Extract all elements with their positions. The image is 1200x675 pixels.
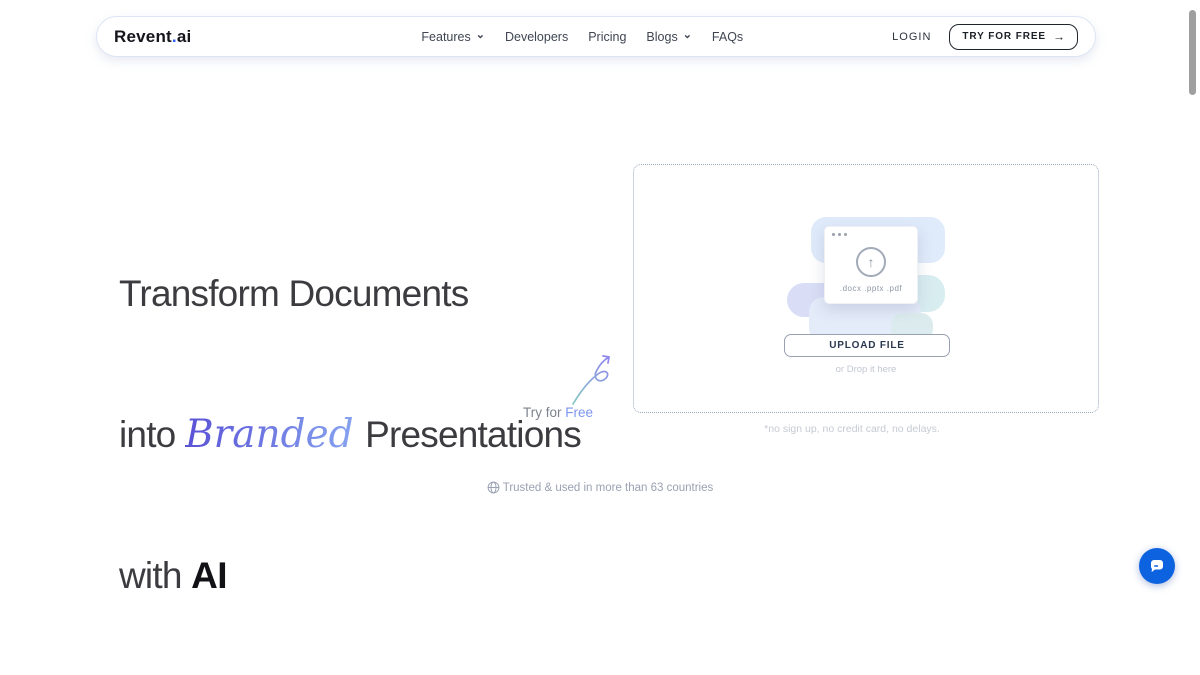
globe-icon — [487, 481, 500, 494]
chevron-down-icon: ⌄ — [683, 30, 692, 41]
hero-section: Transform Documents into Branded Present… — [119, 176, 579, 675]
navbar: Revent.ai Features ⌄ Developers Pricing … — [96, 16, 1096, 57]
upload-file-button[interactable]: UPLOAD FILE — [784, 334, 950, 357]
nav-item-developers[interactable]: Developers — [505, 30, 568, 44]
login-link[interactable]: LOGIN — [892, 31, 931, 43]
nav-item-pricing[interactable]: Pricing — [588, 30, 626, 44]
logo-text: Revent — [114, 27, 172, 46]
try-for-free-button[interactable]: TRY FOR FREE → — [949, 24, 1078, 50]
scrollbar[interactable] — [1188, 0, 1200, 675]
cta-label: TRY FOR FREE — [962, 31, 1046, 42]
chat-bubble-icon — [1148, 557, 1166, 575]
nav-item-label: Pricing — [588, 30, 626, 44]
nav-item-label: FAQs — [712, 30, 743, 44]
curved-arrow-doodle-icon — [565, 352, 615, 407]
window-dots-icon — [832, 233, 847, 236]
chevron-down-icon: ⌄ — [476, 30, 485, 41]
trust-text: Trusted & used in more than 63 countries — [503, 482, 714, 494]
nav-item-blogs[interactable]: Blogs ⌄ — [646, 30, 692, 44]
arrow-right-icon: → — [1053, 29, 1065, 43]
nav-item-label: Blogs — [646, 30, 677, 44]
try-for-free-callout: Try for Free — [500, 350, 630, 425]
chat-widget-button[interactable] — [1139, 548, 1175, 584]
upload-dropzone[interactable]: ↑ .docx .pptx .pdf UPLOAD FILE or Drop i… — [633, 164, 1099, 413]
upload-illustration: ↑ .docx .pptx .pdf — [787, 213, 947, 348]
nav-item-faqs[interactable]: FAQs — [712, 30, 743, 44]
logo[interactable]: Revent.ai — [114, 27, 191, 47]
nav-item-label: Developers — [505, 30, 568, 44]
heading-line-3: with AI — [119, 552, 579, 599]
branded-accent-text: Branded — [185, 412, 356, 457]
free-accent-text: Free — [565, 405, 593, 420]
navbar-right: LOGIN TRY FOR FREE → — [892, 24, 1078, 50]
drop-hint-text: or Drop it here — [634, 364, 1098, 375]
nav-links: Features ⌄ Developers Pricing Blogs ⌄ FA… — [421, 30, 743, 44]
nav-item-features[interactable]: Features ⌄ — [421, 30, 485, 44]
ai-accent-text: AI — [191, 555, 227, 596]
no-signup-footnote: *no sign up, no credit card, no delays. — [619, 423, 1085, 435]
nav-item-label: Features — [421, 30, 470, 44]
scrollbar-thumb[interactable] — [1189, 10, 1196, 95]
logo-suffix: ai — [177, 27, 192, 46]
heading-line-1: Transform Documents — [119, 270, 579, 317]
trust-line: Trusted & used in more than 63 countries — [0, 481, 1200, 494]
supported-file-types: .docx .pptx .pdf — [840, 284, 902, 293]
hero-heading: Transform Documents into Branded Present… — [119, 176, 579, 675]
upload-arrow-icon: ↑ — [856, 247, 886, 277]
file-window-card: ↑ .docx .pptx .pdf — [824, 226, 918, 304]
try-for-free-text[interactable]: Try for Free — [523, 405, 593, 420]
